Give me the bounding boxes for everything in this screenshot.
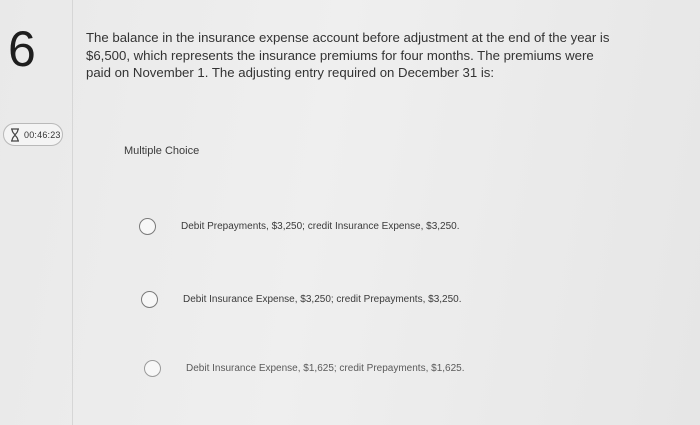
timer-badge[interactable]: 00:46:23 [3, 123, 63, 146]
radio-button[interactable] [141, 291, 158, 308]
answer-option-label[interactable]: Debit Insurance Expense, $1,625; credit … [186, 363, 465, 374]
radio-button[interactable] [144, 360, 161, 377]
answer-option-3[interactable]: Debit Insurance Expense, $1,625; credit … [144, 360, 465, 377]
timer-value: 00:46:23 [24, 129, 61, 140]
answer-option-1[interactable]: Debit Prepayments, $3,250; credit Insura… [139, 218, 460, 235]
radio-button[interactable] [139, 218, 156, 235]
answer-option-label[interactable]: Debit Prepayments, $3,250; credit Insura… [181, 221, 460, 232]
quiz-page: 6 00:46:23 The balance in the insurance … [0, 0, 700, 425]
question-number: 6 [8, 21, 36, 77]
multiple-choice-label: Multiple Choice [124, 145, 200, 157]
left-column-divider [72, 0, 73, 425]
answer-option-2[interactable]: Debit Insurance Expense, $3,250; credit … [141, 291, 462, 308]
hourglass-icon [10, 127, 20, 142]
answer-option-label[interactable]: Debit Insurance Expense, $3,250; credit … [183, 294, 462, 305]
question-text: The balance in the insurance expense acc… [86, 30, 610, 80]
